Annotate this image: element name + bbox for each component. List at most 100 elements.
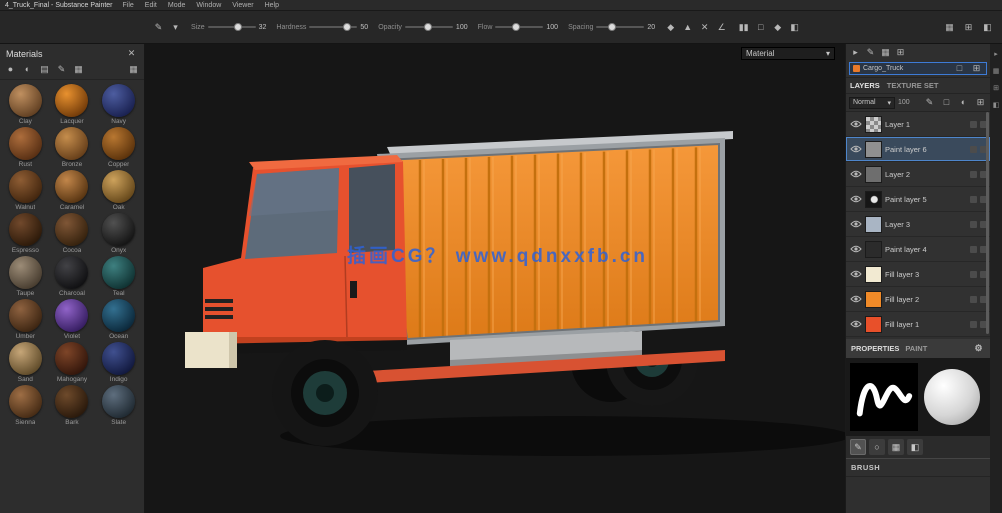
layer-row[interactable]: Layer 1 [846, 112, 990, 137]
slider-knob[interactable] [512, 23, 520, 31]
layer-thumbnail[interactable] [865, 191, 882, 208]
shader-panel-icon[interactable]: ◧ [991, 100, 1001, 110]
slider-knob[interactable] [343, 23, 351, 31]
add-effect-icon[interactable]: ✎ [923, 96, 936, 109]
slider-knob[interactable] [234, 23, 242, 31]
layer-thumbnail[interactable] [865, 116, 882, 133]
material-swatch[interactable]: Onyx [95, 213, 142, 254]
sphere-filter-icon[interactable]: ● [4, 63, 17, 76]
material-swatch[interactable]: Teal [95, 256, 142, 297]
expand-panel-icon[interactable]: ▸ [991, 49, 1001, 59]
snap-icon[interactable]: ✕ [698, 21, 711, 34]
layer-thumbnail[interactable] [865, 216, 882, 233]
stack-shortcut-icon[interactable]: ⊞ [894, 46, 907, 59]
layer-mask-icon[interactable] [970, 246, 977, 253]
bucket-icon[interactable]: ◧ [788, 21, 801, 34]
visibility-eye-icon[interactable] [849, 170, 862, 178]
material-swatch[interactable]: Lacquer [49, 84, 96, 125]
add-mask-icon[interactable]: □ [940, 96, 953, 109]
material-swatch[interactable]: Bronze [49, 127, 96, 168]
layer-opacity-value[interactable]: 100 [898, 99, 910, 106]
layer-row[interactable]: Paint layer 4 [846, 237, 990, 262]
material-swatch[interactable]: Walnut [2, 170, 49, 211]
blend-mode-dropdown[interactable]: Normal ▾ [849, 97, 895, 109]
layer-thumbnail[interactable] [865, 166, 882, 183]
layer-row[interactable]: Paint layer 6 [846, 137, 990, 162]
lazy-mouse-icon[interactable]: ◆ [664, 21, 677, 34]
material-swatch[interactable]: Mahogany [49, 342, 96, 383]
menu-window[interactable]: Window [194, 2, 223, 9]
visibility-eye-icon[interactable] [849, 320, 862, 328]
layer-thumbnail[interactable] [865, 266, 882, 283]
layer-row[interactable]: Paint layer 5 [846, 187, 990, 212]
panel-toggle-icon[interactable]: ◧ [981, 21, 994, 34]
eraser-icon[interactable]: ○ [869, 439, 885, 455]
layer-thumbnail[interactable] [865, 241, 882, 258]
slider-opacity[interactable]: Opacity100 [378, 24, 467, 31]
texture-set-settings-icon[interactable]: □ [953, 62, 966, 75]
visibility-eye-icon[interactable] [849, 270, 862, 278]
layer-thumbnail[interactable] [865, 141, 882, 158]
add-layer-icon[interactable]: ⊞ [974, 96, 987, 109]
paint-shortcut-icon[interactable]: ✎ [864, 46, 877, 59]
layer-mask-icon[interactable] [970, 321, 977, 328]
material-swatch[interactable]: Violet [49, 299, 96, 340]
material-swatch[interactable]: Rust [2, 127, 49, 168]
material-swatch[interactable]: Sand [2, 342, 49, 383]
layer-row[interactable]: Layer 2 [846, 162, 990, 187]
symmetry-icon[interactable]: ▲ [681, 21, 694, 34]
truck-3d-model[interactable] [145, 44, 845, 513]
brush-section-header[interactable]: BRUSH [846, 458, 990, 477]
list-view-icon[interactable]: ▤ [38, 63, 51, 76]
render-mode-icon[interactable]: □ [754, 21, 767, 34]
material-swatch[interactable]: Oak [95, 170, 142, 211]
slider-track[interactable] [309, 26, 357, 28]
polygon-fill-icon[interactable]: ◧ [907, 439, 923, 455]
menu-mode[interactable]: Mode [166, 2, 188, 9]
material-swatch[interactable]: Espresso [2, 213, 49, 254]
slider-track[interactable] [405, 26, 453, 28]
shelf-panel-icon[interactable]: ▦ [991, 66, 1001, 76]
slider-knob[interactable] [608, 23, 616, 31]
layers-scrollbar[interactable] [986, 112, 989, 334]
layer-row[interactable]: Layer 3 [846, 212, 990, 237]
material-swatch[interactable]: Caramel [49, 170, 96, 211]
slider-track[interactable] [596, 26, 644, 28]
visibility-eye-icon[interactable] [849, 295, 862, 303]
pause-engine-icon[interactable]: ▮▮ [737, 21, 750, 34]
slider-spacing[interactable]: Spacing20 [568, 24, 655, 31]
material-swatch[interactable]: Slate [95, 385, 142, 426]
layer-row[interactable]: Fill layer 3 [846, 262, 990, 287]
material-ball-preview[interactable] [924, 369, 980, 425]
material-swatch[interactable]: Taupe [2, 256, 49, 297]
visibility-eye-icon[interactable] [849, 120, 862, 128]
brush-stroke-preview[interactable] [850, 363, 918, 431]
visibility-eye-icon[interactable] [849, 220, 862, 228]
material-swatch[interactable]: Indigo [95, 342, 142, 383]
layer-thumbnail[interactable] [865, 316, 882, 333]
material-swatch[interactable]: Navy [95, 84, 142, 125]
paint-brush-icon[interactable]: ✎ [850, 439, 866, 455]
grid-view-icon[interactable]: ▦ [72, 63, 85, 76]
tab-layers[interactable]: LAYERS [850, 81, 880, 90]
layer-mask-icon[interactable] [970, 171, 977, 178]
gear-icon[interactable]: ⚙ [972, 342, 985, 355]
texture-set-channels-icon[interactable]: ⊞ [970, 62, 983, 75]
layer-mask-icon[interactable] [970, 271, 977, 278]
slider-size[interactable]: Size32 [191, 24, 266, 31]
angle-icon[interactable]: ∠ [715, 21, 728, 34]
material-swatch[interactable]: Umber [2, 299, 49, 340]
display-mode-dropdown[interactable]: Material ▾ [741, 47, 835, 60]
material-swatch[interactable]: Sienna [2, 385, 49, 426]
pen-filter-icon[interactable]: ✎ [55, 63, 68, 76]
slider-track[interactable] [208, 26, 256, 28]
layer-mask-icon[interactable] [970, 296, 977, 303]
close-icon[interactable]: ✕ [125, 47, 138, 60]
slider-knob[interactable] [424, 23, 432, 31]
menu-file[interactable]: File [121, 2, 136, 9]
texture-set-item[interactable]: Cargo_Truck □⊞ [849, 62, 987, 75]
material-swatch[interactable]: Bark [49, 385, 96, 426]
material-swatch[interactable]: Cocoa [49, 213, 96, 254]
projection-icon[interactable]: ▦ [888, 439, 904, 455]
material-swatch[interactable]: Charcoal [49, 256, 96, 297]
